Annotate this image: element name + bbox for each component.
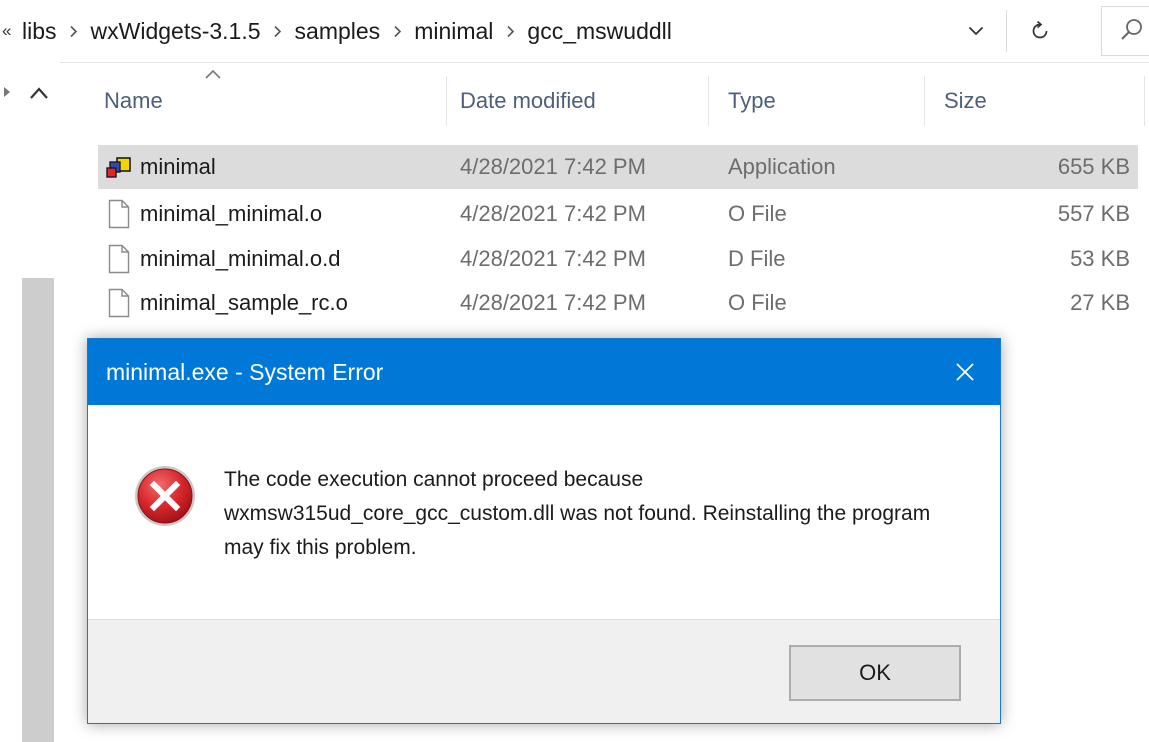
navigation-pane	[0, 62, 60, 742]
file-type: Application	[728, 154, 836, 179]
ok-button[interactable]: OK	[789, 645, 961, 701]
file-row[interactable]: minimal 4/28/2021 7:42 PM Application 65…	[98, 145, 1138, 189]
file-row[interactable]: minimal_minimal.o 4/28/2021 7:42 PM O Fi…	[98, 192, 1138, 236]
breadcrumb-item-minimal[interactable]: minimal	[408, 18, 499, 45]
refresh-icon	[1032, 20, 1048, 39]
close-icon	[956, 363, 974, 381]
file-icon	[108, 288, 130, 318]
dialog-footer: OK	[88, 619, 1000, 723]
file-name-cell: minimal_sample_rc.o	[106, 281, 348, 325]
file-size: 53 KB	[1070, 246, 1130, 271]
file-icon	[108, 199, 130, 229]
chevron-right-icon[interactable]	[499, 25, 521, 38]
file-size: 557 KB	[1057, 201, 1130, 226]
breadcrumb-item-samples[interactable]: samples	[289, 18, 387, 45]
file-date: 4/28/2021 7:42 PM	[460, 290, 646, 315]
scroll-up-icon[interactable]	[28, 86, 50, 100]
file-type: D File	[728, 246, 786, 271]
address-bar: « libs wxWidgets-3.1.5 samples minimal g…	[0, 0, 1149, 63]
column-divider[interactable]	[1144, 76, 1145, 126]
search-input[interactable]	[1101, 6, 1149, 56]
column-header-type-label: Type	[728, 88, 776, 113]
breadcrumb-item-libs[interactable]: libs	[16, 18, 63, 45]
file-row[interactable]: minimal_sample_rc.o 4/28/2021 7:42 PM O …	[98, 281, 1138, 325]
file-name: minimal_minimal.o.d	[140, 246, 341, 271]
address-history-button[interactable]	[956, 14, 996, 48]
file-name: minimal_minimal.o	[140, 201, 323, 226]
file-name-cell: minimal_minimal.o	[106, 192, 322, 236]
column-header-size[interactable]: Size	[924, 70, 1124, 132]
file-row[interactable]: minimal_minimal.o.d 4/28/2021 7:42 PM D …	[98, 237, 1138, 281]
chevron-down-icon	[968, 26, 984, 36]
column-header-date[interactable]: Date modified	[440, 70, 704, 132]
navigation-scrollbar[interactable]	[22, 278, 54, 742]
column-header-name[interactable]: Name	[84, 70, 446, 132]
breadcrumb-item-gcc-mswuddll[interactable]: gcc_mswuddll	[521, 18, 677, 45]
file-size: 27 KB	[1070, 290, 1130, 315]
breadcrumb: « libs wxWidgets-3.1.5 samples minimal g…	[0, 14, 678, 48]
refresh-button[interactable]	[1020, 12, 1060, 50]
chevron-right-icon[interactable]	[267, 25, 289, 38]
dialog-body: The code execution cannot proceed becaus…	[88, 405, 1000, 619]
search-icon	[1121, 19, 1142, 40]
file-date: 4/28/2021 7:42 PM	[460, 246, 646, 271]
file-date: 4/28/2021 7:42 PM	[460, 154, 646, 179]
file-name-cell: minimal	[106, 145, 216, 189]
system-error-dialog: minimal.exe - System Error The code exec…	[87, 338, 1001, 724]
file-name: minimal_sample_rc.o	[140, 290, 348, 315]
column-header-size-label: Size	[944, 88, 987, 113]
sort-ascending-icon	[205, 69, 221, 79]
file-name: minimal	[140, 154, 216, 179]
dialog-title: minimal.exe - System Error	[106, 358, 384, 385]
file-type: O File	[728, 290, 787, 315]
column-header-type[interactable]: Type	[708, 70, 924, 132]
dialog-titlebar[interactable]: minimal.exe - System Error	[88, 339, 1000, 405]
file-date: 4/28/2021 7:42 PM	[460, 201, 646, 226]
chevron-right-icon[interactable]	[63, 25, 85, 38]
application-icon	[106, 157, 131, 178]
file-type: O File	[728, 201, 787, 226]
breadcrumb-item-wxwidgets[interactable]: wxWidgets-3.1.5	[85, 18, 267, 45]
toolbar-divider	[1006, 10, 1007, 52]
column-header-date-label: Date modified	[460, 88, 596, 113]
column-header-row: Name Date modified Type Size	[84, 69, 1149, 132]
file-icon	[108, 244, 130, 274]
chevron-right-icon[interactable]	[386, 25, 408, 38]
column-header-name-label: Name	[104, 88, 163, 113]
dialog-message: The code execution cannot proceed becaus…	[224, 468, 931, 559]
expand-arrow-icon[interactable]	[2, 86, 12, 98]
file-name-cell: minimal_minimal.o.d	[106, 237, 341, 281]
file-size: 655 KB	[1057, 154, 1130, 179]
error-icon	[135, 466, 195, 526]
dialog-close-button[interactable]	[930, 339, 1000, 405]
breadcrumb-overflow[interactable]: «	[2, 21, 16, 41]
